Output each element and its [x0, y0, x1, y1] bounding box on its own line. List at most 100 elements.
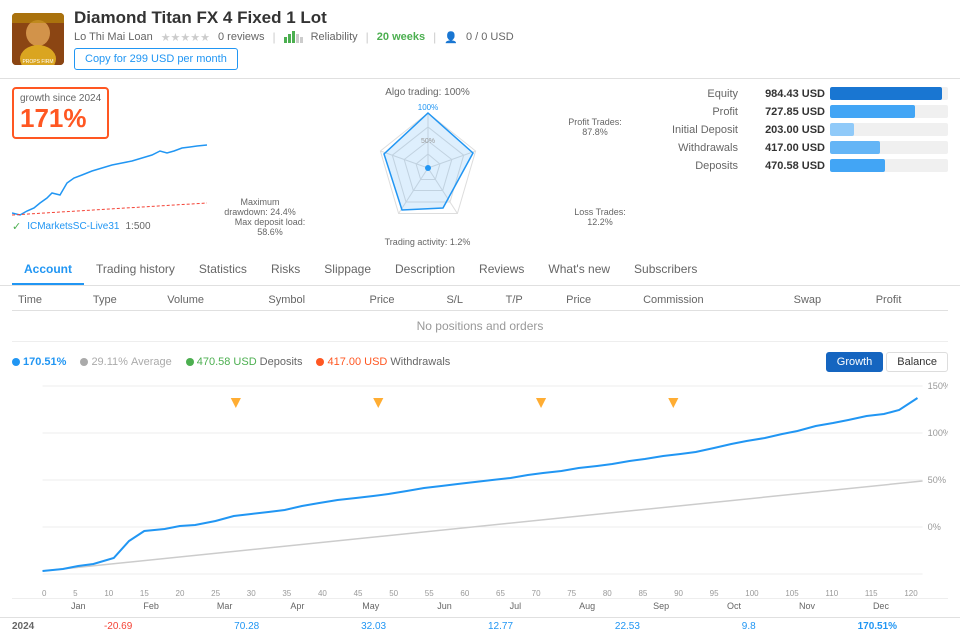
year-val-3: 32.03 [361, 621, 386, 632]
avg-label: Average [131, 356, 172, 368]
divider2: | [366, 30, 369, 44]
balance-text: 0 / 0 USD [466, 31, 514, 43]
stat-value: 727.85 USD [743, 106, 825, 118]
positions-table: TimeTypeVolumeSymbolPriceS/LT/PPriceComm… [12, 290, 948, 342]
growth-chart-button[interactable]: Growth [826, 352, 883, 372]
withdrawals-dot-icon [316, 358, 324, 366]
year-val-2: 70.28 [234, 621, 259, 632]
year-label: 2024 [12, 621, 47, 632]
balance-chart-button[interactable]: Balance [886, 352, 948, 372]
stat-value: 203.00 USD [743, 124, 825, 136]
stat-value: 417.00 USD [743, 142, 825, 154]
year-footer: 2024 -20.69 70.28 32.03 12.77 22.53 9.8 … [0, 617, 960, 635]
year-val-total: 170.51% [858, 621, 897, 632]
checkmark-icon: ✓ [12, 220, 21, 233]
table-header: Profit [870, 290, 948, 311]
stat-bar-container [830, 87, 948, 100]
stat-label: Initial Deposit [648, 124, 738, 136]
svg-text:50%: 50% [420, 138, 434, 145]
mini-chart [12, 143, 207, 218]
reliability-bars-icon [284, 31, 303, 43]
loss-trades-label: Loss Trades: 12.2% [565, 207, 635, 227]
chart-stat-withdrawals: 417.00 USD Withdrawals [316, 356, 450, 368]
tab-slippage[interactable]: Slippage [312, 255, 383, 285]
avatar: PROPS FIRM [12, 13, 64, 65]
table-header: Price [560, 290, 637, 311]
stat-row: Withdrawals 417.00 USD [648, 141, 948, 154]
stat-row: Initial Deposit 203.00 USD [648, 123, 948, 136]
stat-bar [830, 141, 880, 154]
growth-dot-icon [12, 358, 20, 366]
table-section: TimeTypeVolumeSymbolPriceS/LT/PPriceComm… [0, 286, 960, 346]
broker-name: ICMarketsSC-Live31 [27, 221, 119, 232]
header: PROPS FIRM Diamond Titan FX 4 Fixed 1 Lo… [0, 0, 960, 79]
table-header: Symbol [262, 290, 363, 311]
chart-stat-growth: 170.51% [12, 356, 66, 368]
withdrawals-stat-label: Withdrawals [390, 356, 450, 368]
tab-risks[interactable]: Risks [259, 255, 312, 285]
table-header: S/L [440, 290, 499, 311]
tab-reviews[interactable]: Reviews [467, 255, 536, 285]
table-header: Volume [161, 290, 262, 311]
table-header: Swap [788, 290, 870, 311]
stat-value: 984.43 USD [743, 88, 825, 100]
chart-stat-deposits: 470.58 USD Deposits [186, 356, 303, 368]
stat-label: Deposits [648, 160, 738, 172]
stat-bar [830, 159, 885, 172]
stat-bar [830, 105, 915, 118]
avg-dot-icon [80, 358, 88, 366]
header-info: Diamond Titan FX 4 Fixed 1 Lot Lo Thi Ma… [74, 8, 514, 70]
svg-text:50%: 50% [928, 475, 946, 485]
stat-bar [830, 123, 854, 136]
avg-stat-value: 29.11% [91, 356, 128, 368]
tab-statistics[interactable]: Statistics [187, 255, 259, 285]
stat-label: Profit [648, 106, 738, 118]
withdrawals-stat-value: 417.00 USD [327, 356, 387, 368]
leverage-text: 1:500 [125, 221, 150, 232]
page-title: Diamond Titan FX 4 Fixed 1 Lot [74, 8, 514, 28]
chart-stat-avg: 29.11% Average [80, 356, 171, 368]
tab-account[interactable]: Account [12, 255, 84, 285]
chart-container: 150% 100% 50% 0% 0 5 10 15 20 25 [12, 376, 948, 596]
stat-bar-container [830, 105, 948, 118]
no-data-message: No positions and orders [12, 311, 948, 342]
svg-text:100%: 100% [928, 428, 948, 438]
stat-bar-container [830, 123, 948, 136]
radar-section: Algo trading: 100% 100% 50% Maximum draw… [215, 87, 640, 247]
divider3: | [433, 30, 436, 44]
deposits-stat-label: Deposits [260, 356, 303, 368]
broker-info: ✓ ICMarketsSC-Live31 1:500 [12, 220, 207, 233]
year-val-5: 22.53 [615, 621, 640, 632]
copy-button[interactable]: Copy for 299 USD per month [74, 48, 238, 70]
trading-activity-label: Trading activity: 1.2% [385, 237, 471, 247]
growth-stat-value: 170.51% [23, 356, 66, 368]
stat-row: Deposits 470.58 USD [648, 159, 948, 172]
main-content: growth since 2024 171% ✓ ICMarketsSC-Liv… [0, 79, 960, 255]
table-header: Commission [637, 290, 788, 311]
stat-row: Profit 727.85 USD [648, 105, 948, 118]
year-val-1: -20.69 [104, 621, 132, 632]
year-val-4: 12.77 [488, 621, 513, 632]
reviews-text: 0 reviews [218, 31, 264, 43]
reliability-label: Reliability [311, 31, 358, 43]
tab-trading-history[interactable]: Trading history [84, 255, 187, 285]
max-deposit-load-label: Max deposit load: 58.6% [225, 217, 315, 237]
algo-label: Algo trading: 100% [385, 87, 470, 98]
chart-area: 170.51% 29.11% Average 470.58 USD Deposi… [0, 346, 960, 617]
svg-text:0%: 0% [928, 522, 941, 532]
tab-subscribers[interactable]: Subscribers [622, 255, 709, 285]
tab-what's-new[interactable]: What's new [536, 255, 622, 285]
growth-value: 171% [20, 104, 101, 133]
tab-description[interactable]: Description [383, 255, 467, 285]
svg-text:PROPS FIRM: PROPS FIRM [22, 59, 53, 65]
stat-label: Equity [648, 88, 738, 100]
divider: | [272, 30, 275, 44]
tabs-bar: AccountTrading historyStatisticsRisksSli… [0, 255, 960, 286]
deposits-dot-icon [186, 358, 194, 366]
stat-label: Withdrawals [648, 142, 738, 154]
table-header: T/P [500, 290, 560, 311]
svg-text:100%: 100% [417, 103, 437, 112]
year-val-6: 9.8 [742, 621, 756, 632]
deposits-stat-value: 470.58 USD [197, 356, 257, 368]
balance-icon: 👤 [444, 31, 458, 44]
